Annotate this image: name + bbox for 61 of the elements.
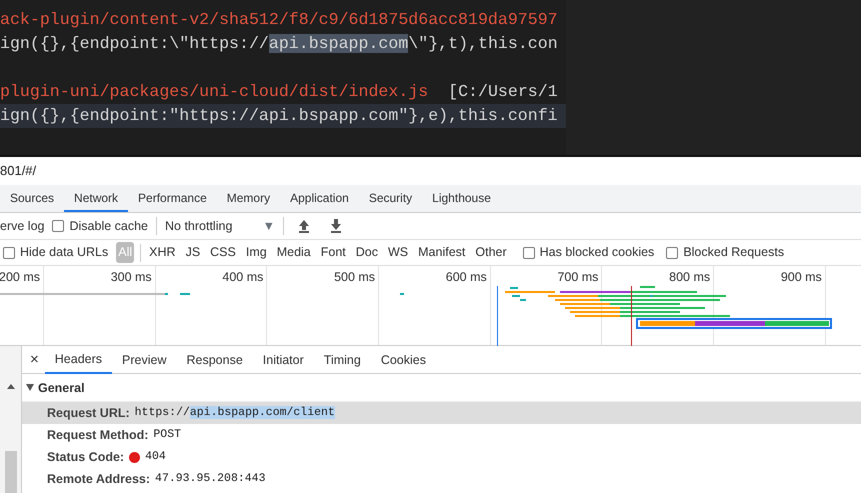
selected-text: api.bspapp.com: [268, 34, 408, 53]
devtools-tab[interactable]: Application: [280, 185, 359, 212]
header-value: 404: [145, 449, 166, 465]
filter-type[interactable]: Doc: [354, 242, 380, 263]
devtools-tab[interactable]: Performance: [128, 185, 217, 212]
header-name: Request URL:: [47, 405, 130, 422]
code-line: ack-plugin/content-v2/sha512/f8/c9/6d1875d6acc819da97597: [0, 9, 559, 31]
header-name: Remote Address:: [47, 471, 150, 488]
filter-type[interactable]: Img: [244, 242, 269, 263]
filter-type[interactable]: XHR: [147, 242, 178, 263]
filter-type[interactable]: Manifest: [416, 242, 468, 263]
blocked-requests-checkbox[interactable]: Blocked Requests: [666, 243, 784, 262]
file-path: plugin-uni/packages/uni-cloud/dist/index.js: [0, 82, 428, 101]
time-tick-label: 900 ms: [780, 270, 822, 284]
header-row[interactable]: Request Method: POST: [22, 424, 861, 446]
hide-data-urls-checkbox[interactable]: Hide data URLs: [3, 243, 108, 262]
filter-type[interactable]: WS: [386, 242, 410, 263]
scrollbar-thumb[interactable]: [5, 451, 17, 493]
details-tab[interactable]: Initiator: [252, 346, 314, 372]
details-tab[interactable]: Timing: [314, 346, 371, 372]
time-tick-label: 300 ms: [110, 270, 152, 284]
time-tick-label: 800 ms: [669, 270, 710, 284]
blocked-cookies-checkbox[interactable]: Has blocked cookies: [522, 243, 654, 262]
time-tick-label: 400 ms: [222, 270, 264, 284]
disable-cache-checkbox[interactable]: Disable cache: [52, 216, 148, 236]
expanded-icon[interactable]: [26, 384, 34, 391]
filter-type[interactable]: CSS: [208, 242, 238, 263]
details-tab[interactable]: Cookies: [370, 346, 436, 372]
upload-icon[interactable]: [297, 219, 311, 233]
devtools-tab[interactable]: Network: [64, 185, 128, 212]
filter-type[interactable]: Font: [318, 242, 348, 263]
header-value: https://api.bspapp.com/client: [134, 405, 335, 421]
header-row[interactable]: Status Code: 404: [22, 446, 861, 468]
checkbox-label[interactable]: erve log: [0, 216, 44, 236]
header-name: Status Code:: [47, 449, 124, 466]
devtools-tab[interactable]: Sources: [0, 185, 64, 212]
time-tick-label: 600 ms: [446, 270, 487, 284]
header-row[interactable]: Remote Address: 47.93.95.208:443: [22, 468, 861, 490]
time-tick-label: 500 ms: [334, 270, 376, 284]
details-tab[interactable]: Response: [176, 346, 253, 372]
time-tick-label: 700 ms: [557, 270, 598, 284]
devtools-tab[interactable]: Lighthouse: [422, 185, 501, 212]
devtools-tab[interactable]: Security: [358, 185, 422, 212]
code-text: [C:/Users/1: [448, 82, 558, 101]
time-tick-label: 200 ms: [0, 269, 40, 286]
header-value: 47.93.95.208:443: [155, 471, 266, 487]
details-tab[interactable]: Preview: [112, 346, 176, 372]
filter-type[interactable]: Other: [473, 242, 509, 263]
section-title[interactable]: General: [38, 374, 85, 402]
filter-type[interactable]: JS: [184, 242, 202, 263]
filter-type[interactable]: Media: [274, 242, 313, 263]
throttling-select[interactable]: No throttling ▼: [165, 216, 275, 236]
header-name: Request Method:: [47, 427, 148, 444]
devtools-tab[interactable]: Memory: [216, 185, 280, 212]
code-text: ign({},{endpoint:\"https://: [0, 34, 269, 53]
code-text: \"},t),this.con: [408, 34, 558, 53]
scroll-up-icon[interactable]: [7, 384, 15, 389]
header-value: POST: [153, 427, 181, 443]
header-row[interactable]: Request URL: https://api.bspapp.com/client: [22, 402, 861, 424]
download-icon[interactable]: [329, 219, 343, 233]
details-tab[interactable]: Headers: [44, 346, 112, 374]
